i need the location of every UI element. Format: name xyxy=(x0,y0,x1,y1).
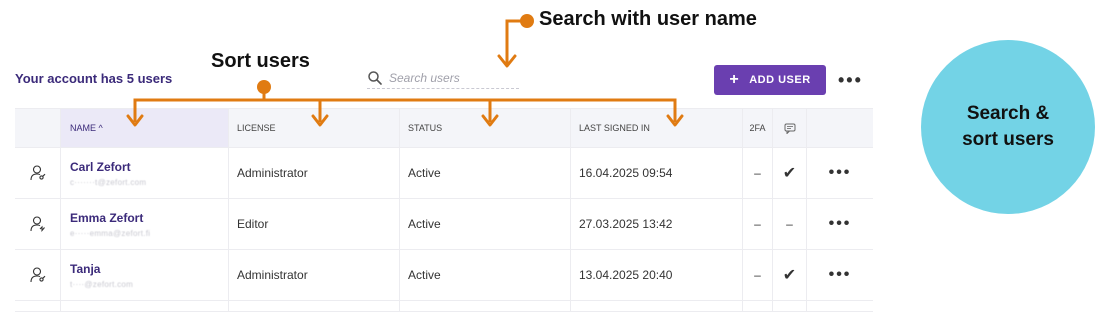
callout-line-2: sort users xyxy=(962,129,1054,150)
callout-line-1: Search & xyxy=(966,103,1050,125)
annotation-sort-label: Sort users xyxy=(211,50,310,72)
callout-circle: Search & sort users xyxy=(921,40,1095,214)
annotation-search-label: Search with user name xyxy=(539,8,757,30)
